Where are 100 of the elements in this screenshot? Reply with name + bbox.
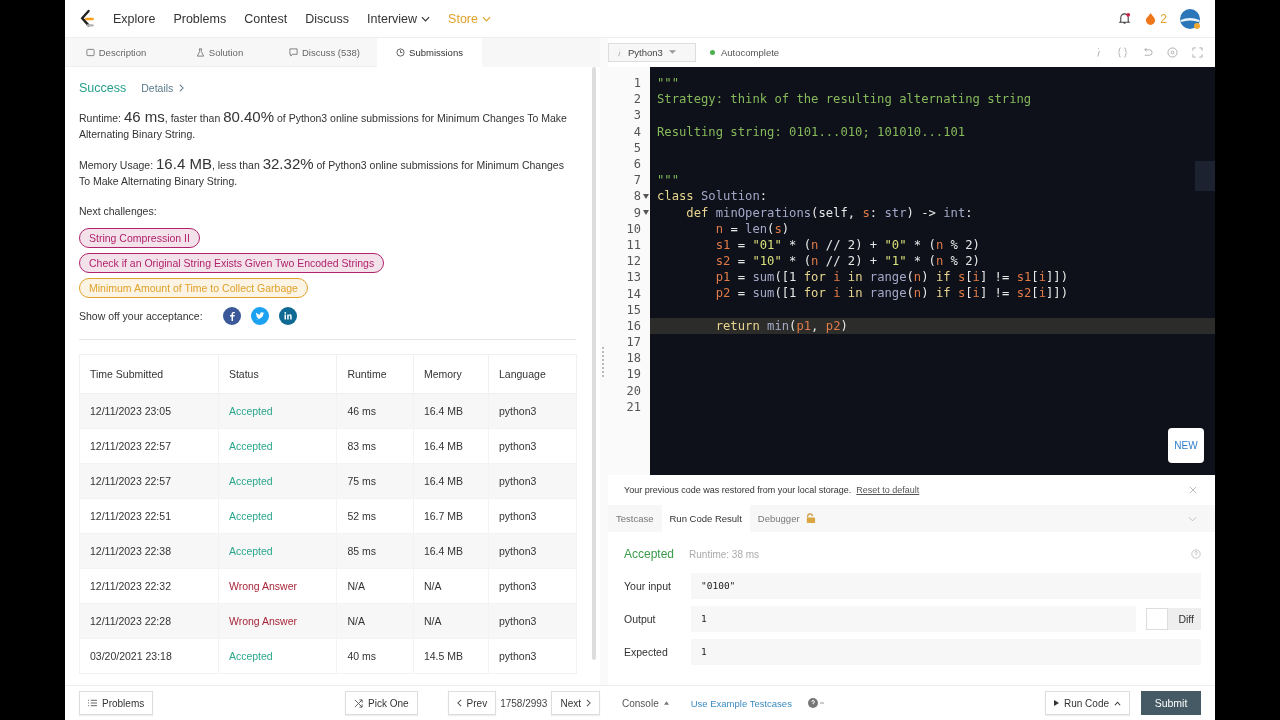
result-status: Success — [79, 81, 127, 95]
run-code-button[interactable]: Run Code — [1044, 691, 1130, 715]
column-header: Status — [218, 354, 337, 394]
table-cell: python3 — [488, 498, 577, 534]
panel-tab[interactable]: Solution — [167, 38, 272, 67]
prev-button[interactable]: Prev — [447, 691, 497, 715]
line-number: 7 — [633, 173, 641, 188]
table-cell: 16.7 MB — [413, 498, 489, 534]
memory-summary: Memory Usage: 16.4 MB, less than 32.32% of Python3 online submissions for Minimum Changes To Make Alternating Binary String. — [79, 156, 565, 189]
code-line: s2 = "10" * (n // 2) + "1" * (n % 2) — [714, 254, 980, 269]
table-cell: python3 — [488, 638, 577, 674]
caret-icon[interactable] — [663, 701, 669, 705]
table-cell: N/A — [413, 568, 489, 604]
chevron-left-icon[interactable] — [456, 699, 462, 707]
list-icon[interactable] — [88, 699, 97, 707]
run-runtime: Runtime: 38 ms — [689, 548, 760, 560]
chevron-down-icon[interactable] — [421, 15, 431, 22]
chat-icon[interactable] — [288, 47, 298, 57]
document-icon[interactable] — [85, 47, 95, 57]
console-button[interactable]: Console — [622, 697, 669, 709]
code-line: p1 = sum([1 for i in range(n) if s[i] != s1[i]]) — [714, 270, 1068, 285]
section-label: Next challenges: — [79, 205, 158, 217]
table-cell: 12/11/2023 22:57 — [79, 463, 219, 499]
clock-icon[interactable] — [396, 47, 406, 57]
table-cell: python3 — [488, 603, 577, 639]
nav-link[interactable]: Contest — [244, 11, 288, 26]
table-cell: 03/20/2021 23:18 — [79, 638, 219, 674]
table-cell: 16.4 MB — [413, 533, 489, 569]
line-number: 19 — [626, 367, 641, 382]
diff-toggle[interactable]: Diff — [1146, 607, 1201, 630]
example-testcases-link[interactable]: Use Example Testcases — [690, 697, 792, 709]
table-cell: N/A — [336, 568, 414, 604]
nav-menu[interactable]: Interview — [367, 11, 431, 26]
table-cell: 12/11/2023 22:57 — [79, 428, 219, 464]
fold-icon[interactable] — [643, 193, 649, 199]
nav-link[interactable]: Discuss — [305, 11, 350, 26]
help-icon[interactable] — [807, 698, 826, 708]
field-label: Expected — [624, 645, 669, 658]
line-number: 12 — [626, 254, 641, 269]
field-label: Output — [624, 612, 657, 625]
line-number: 11 — [626, 237, 641, 252]
autocomplete-toggle[interactable]: Autocomplete — [721, 47, 780, 58]
table-cell: 12/11/2023 22:38 — [79, 533, 219, 569]
table-cell: 40 ms — [336, 638, 414, 674]
new-badge-button[interactable]: NEW — [1168, 428, 1204, 463]
panel-tab[interactable]: Submissions — [377, 38, 482, 67]
line-number: 13 — [626, 270, 641, 285]
console-tab[interactable]: Run Code Result — [661, 505, 750, 532]
next-button[interactable]: Next — [551, 691, 600, 715]
streak-count: 2 — [1160, 11, 1167, 26]
chevron-right-icon[interactable] — [179, 84, 185, 92]
language-select[interactable]: Python3 — [608, 43, 696, 62]
line-number: 8 — [633, 189, 641, 204]
details-link[interactable]: Details — [141, 82, 185, 94]
table-cell: N/A — [336, 603, 414, 639]
problems-button[interactable]: Problems — [79, 691, 154, 715]
console-tab[interactable]: Debugger — [749, 505, 824, 532]
table-cell: 12/11/2023 23:05 — [79, 393, 219, 429]
linkedin-icon[interactable] — [278, 307, 297, 325]
code-line: """ — [657, 76, 679, 90]
line-number: 20 — [626, 383, 641, 398]
line-number: 18 — [626, 351, 641, 366]
resize-handle[interactable] — [602, 346, 606, 377]
facebook-icon[interactable] — [222, 307, 241, 325]
twitter-icon[interactable] — [250, 307, 269, 325]
nav-link[interactable]: Explore — [113, 11, 156, 26]
chevron-right-icon[interactable] — [586, 699, 591, 707]
table-cell: 16.4 MB — [413, 393, 489, 429]
submit-button[interactable]: Submit — [1141, 691, 1201, 715]
table-cell: 46 ms — [336, 393, 414, 429]
panel-tab[interactable]: Description — [65, 38, 167, 67]
console-tab[interactable]: Testcase — [608, 505, 662, 532]
status-link[interactable]: Wrong Answer — [218, 568, 337, 604]
chevron-up-icon[interactable] — [1114, 700, 1121, 706]
code-line: class Solution: — [657, 189, 768, 204]
runtime-summary: Runtime: 46 ms, faster than 80.40% of Python3 online submissions for Minimum Changes To Make Alternating Binary String. — [79, 109, 568, 142]
bell-icon[interactable] — [1118, 12, 1132, 25]
fold-icon[interactable] — [643, 210, 649, 216]
pick-one-button[interactable]: Pick One — [345, 691, 418, 715]
table-cell: 14.5 MB — [413, 638, 489, 674]
scrollbar[interactable] — [592, 67, 596, 661]
nav-link[interactable]: Problems — [173, 11, 227, 26]
table-cell: 12/11/2023 22:51 — [79, 498, 219, 534]
challenge-tag[interactable]: String Compression II — [79, 228, 200, 248]
caret-icon[interactable] — [668, 50, 676, 55]
line-number: 2 — [633, 92, 641, 107]
column-header: Runtime — [336, 354, 414, 394]
challenge-tag[interactable]: Check if an Original String Exists Given Two Encoded Strings — [79, 253, 385, 273]
status-link[interactable]: Wrong Answer — [218, 603, 337, 639]
flask-icon[interactable] — [195, 47, 205, 57]
line-number: 1 — [633, 76, 641, 91]
code-line: Resulting string: 0101...010; 101010...101 — [657, 124, 966, 139]
share-label: Show off your acceptance: — [79, 310, 203, 322]
reset-link[interactable]: Reset to default — [856, 485, 920, 495]
shuffle-icon[interactable] — [354, 698, 363, 708]
avatar[interactable] — [1179, 7, 1201, 30]
logo-icon[interactable] — [79, 8, 95, 29]
table-cell: python3 — [488, 463, 577, 499]
run-status: Accepted — [624, 547, 675, 561]
play-icon[interactable] — [1053, 700, 1059, 706]
